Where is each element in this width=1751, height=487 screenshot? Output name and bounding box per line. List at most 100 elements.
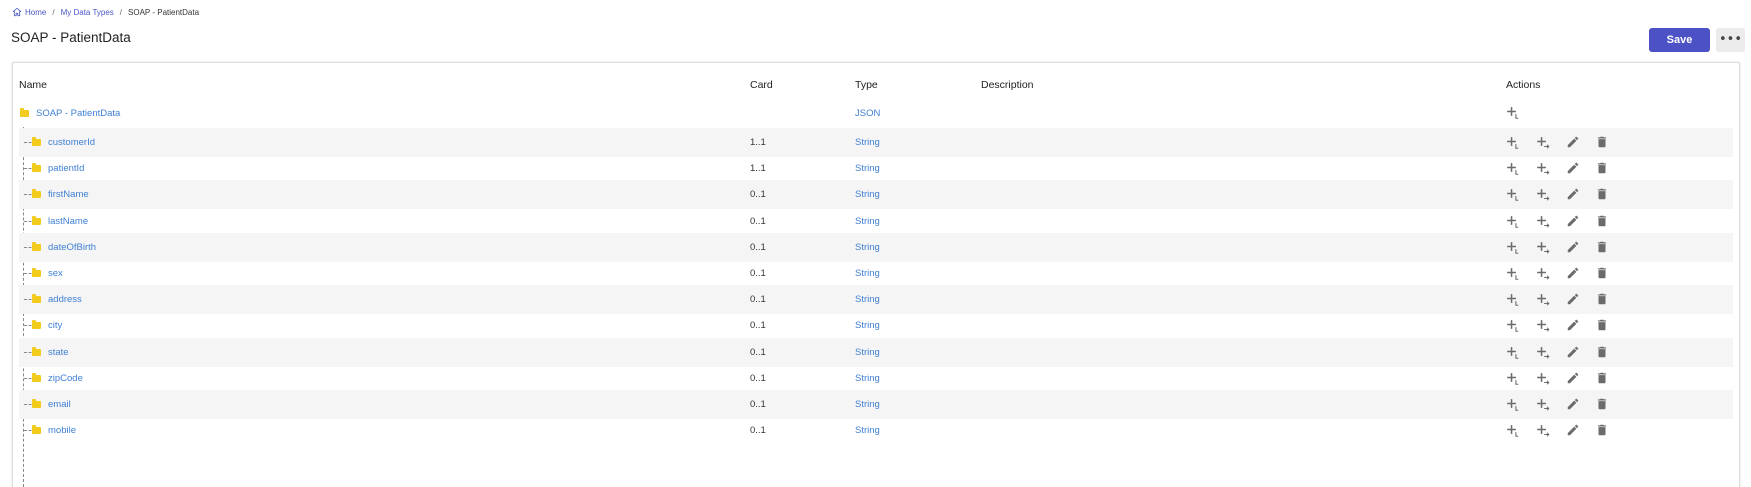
add-child-icon[interactable]	[1506, 215, 1520, 229]
row-name-link[interactable]: patientId	[48, 163, 84, 174]
table-row[interactable]: email 0..1 String	[19, 390, 1733, 419]
pencil-icon[interactable]	[1566, 135, 1580, 149]
row-name-link[interactable]: customerId	[48, 137, 95, 148]
add-child-icon[interactable]	[1506, 241, 1520, 255]
trash-icon[interactable]	[1595, 345, 1609, 359]
trash-icon[interactable]	[1595, 371, 1609, 385]
row-name-link[interactable]: sex	[48, 268, 63, 279]
add-sibling-icon[interactable]	[1536, 241, 1550, 255]
add-sibling-icon[interactable]	[1536, 346, 1550, 360]
column-header-description[interactable]: Description	[981, 79, 1034, 91]
column-header-type[interactable]: Type	[855, 79, 878, 91]
add-child-icon[interactable]	[1506, 398, 1520, 412]
add-sibling-icon[interactable]	[1536, 188, 1550, 202]
pencil-icon[interactable]	[1566, 266, 1580, 280]
pencil-icon[interactable]	[1566, 423, 1580, 437]
table-row[interactable]: dateOfBirth 0..1 String	[19, 232, 1733, 262]
row-type: String	[855, 163, 880, 175]
row-card: 0..1	[750, 189, 766, 201]
add-sibling-icon[interactable]	[1536, 319, 1550, 333]
table-row[interactable]: zipCode 0..1 String	[19, 364, 1733, 393]
row-card: 0..1	[750, 346, 766, 358]
add-sibling-icon[interactable]	[1536, 136, 1550, 150]
pencil-icon[interactable]	[1566, 345, 1580, 359]
table-row[interactable]: firstName 0..1 String	[19, 180, 1733, 210]
pencil-icon[interactable]	[1566, 187, 1580, 201]
trash-icon[interactable]	[1595, 397, 1609, 411]
table-row[interactable]: lastName 0..1 String	[19, 207, 1733, 236]
row-name-link[interactable]: lastName	[48, 216, 88, 227]
trash-icon[interactable]	[1595, 318, 1609, 332]
folder-icon	[32, 189, 41, 199]
add-sibling-icon[interactable]	[1536, 267, 1550, 281]
add-sibling-icon[interactable]	[1536, 162, 1550, 176]
row-name-link[interactable]: state	[48, 347, 69, 358]
pencil-icon[interactable]	[1566, 161, 1580, 175]
add-child-icon[interactable]	[1506, 188, 1520, 202]
add-child-icon[interactable]	[1506, 162, 1520, 176]
row-name-link[interactable]: address	[48, 294, 82, 305]
folder-icon	[20, 108, 29, 117]
add-sibling-icon[interactable]	[1536, 424, 1550, 438]
table-row[interactable]: sex 0..1 String	[19, 259, 1733, 288]
pencil-icon[interactable]	[1566, 292, 1580, 306]
folder-icon	[32, 399, 41, 408]
add-sibling-icon[interactable]	[1536, 215, 1550, 229]
row-name-link[interactable]: firstName	[48, 189, 89, 200]
column-header-card[interactable]: Card	[750, 79, 773, 91]
column-header-name[interactable]: Name	[19, 79, 47, 91]
table-row[interactable]: state 0..1 String	[19, 337, 1733, 367]
trash-icon[interactable]	[1595, 240, 1609, 254]
breadcrumb-home-label: Home	[25, 7, 47, 17]
table-row[interactable]: mobile 0..1 String	[19, 416, 1733, 445]
pencil-icon[interactable]	[1566, 318, 1580, 332]
table-row-root[interactable]: SOAP - PatientData JSON	[19, 99, 1733, 128]
table-row[interactable]: city 0..1 String	[19, 311, 1733, 340]
folder-icon	[32, 294, 41, 304]
trash-icon[interactable]	[1595, 161, 1609, 175]
row-type: String	[855, 268, 880, 279]
add-child-icon[interactable]	[1506, 424, 1520, 438]
add-sibling-icon[interactable]	[1536, 293, 1550, 307]
pencil-icon[interactable]	[1566, 371, 1580, 385]
home-icon	[12, 7, 22, 17]
trash-icon[interactable]	[1595, 292, 1609, 306]
row-card: 1..1	[750, 163, 766, 175]
pencil-icon[interactable]	[1566, 240, 1580, 254]
row-name-link[interactable]: city	[48, 320, 62, 331]
add-sibling-icon[interactable]	[1536, 372, 1550, 386]
trash-icon[interactable]	[1595, 214, 1609, 228]
table-row[interactable]: patientId 1..1 String	[19, 154, 1733, 183]
row-type: String	[855, 294, 880, 306]
trash-icon[interactable]	[1595, 266, 1609, 280]
more-options-button[interactable]: •••	[1716, 28, 1745, 52]
add-child-icon[interactable]	[1506, 293, 1520, 307]
pencil-icon[interactable]	[1566, 397, 1580, 411]
row-name-link[interactable]: mobile	[48, 425, 76, 436]
breadcrumb-my-data-types-link[interactable]: My Data Types	[61, 8, 114, 17]
add-child-icon[interactable]	[1506, 372, 1520, 386]
row-type: String	[855, 189, 880, 201]
add-child-icon[interactable]	[1506, 267, 1520, 281]
add-sibling-icon[interactable]	[1536, 398, 1550, 412]
breadcrumb-current: SOAP - PatientData	[128, 7, 200, 17]
breadcrumb-home-link[interactable]: Home	[12, 7, 46, 17]
table-row[interactable]: address 0..1 String	[19, 285, 1733, 315]
row-name-link[interactable]: email	[48, 399, 71, 410]
row-name-link[interactable]: SOAP - PatientData	[36, 108, 120, 119]
trash-icon[interactable]	[1595, 135, 1609, 149]
add-child-icon[interactable]	[1506, 319, 1520, 333]
trash-icon[interactable]	[1595, 423, 1609, 437]
add-child-icon[interactable]	[1506, 346, 1520, 360]
table-row[interactable]: customerId 1..1 String	[19, 128, 1733, 157]
row-name-link[interactable]: zipCode	[48, 373, 83, 384]
add-child-icon[interactable]	[1506, 106, 1520, 120]
save-button[interactable]: Save	[1649, 28, 1710, 52]
folder-icon	[32, 372, 41, 382]
pencil-icon[interactable]	[1566, 214, 1580, 228]
row-card: 0..1	[750, 372, 766, 384]
trash-icon[interactable]	[1595, 187, 1609, 201]
row-name-link[interactable]: dateOfBirth	[48, 242, 96, 253]
folder-icon	[32, 241, 41, 251]
add-child-icon[interactable]	[1506, 136, 1520, 150]
